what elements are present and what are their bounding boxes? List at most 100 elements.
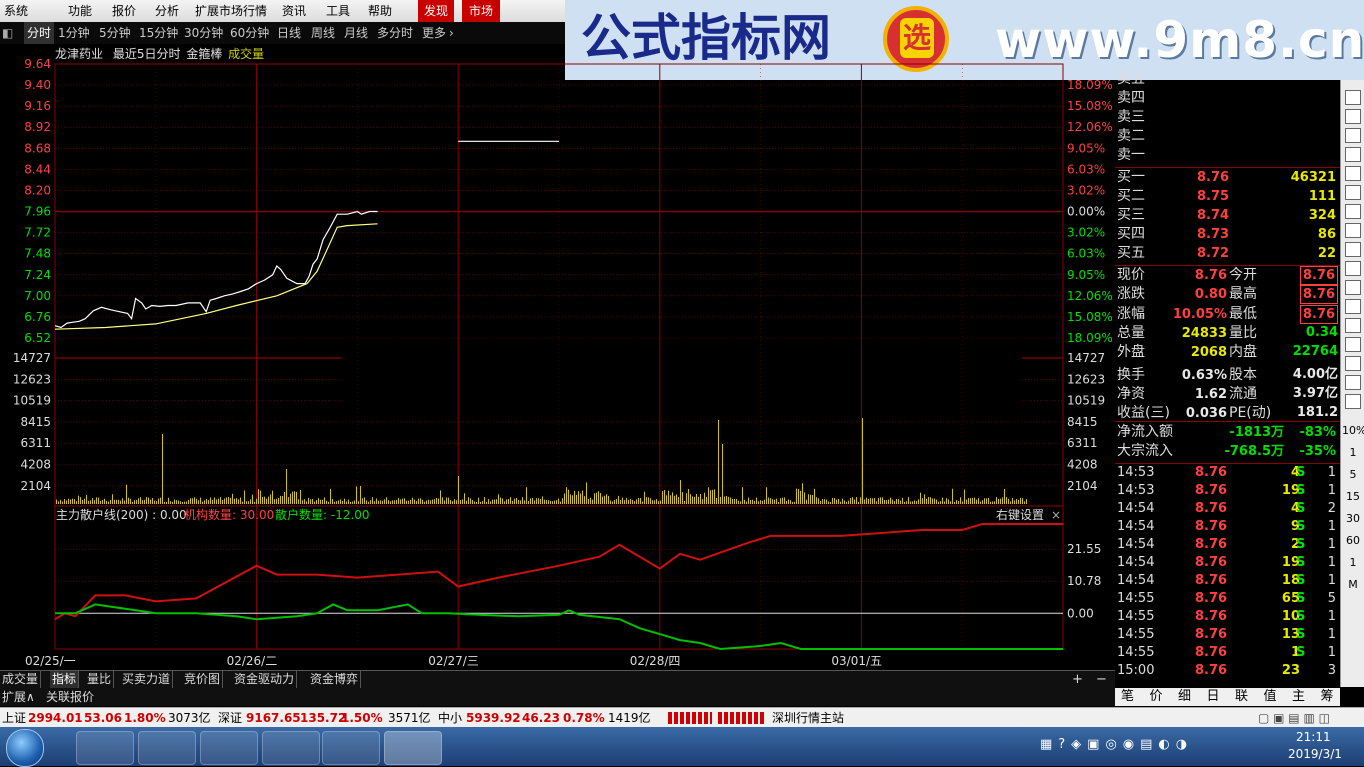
remove-tab-button[interactable]: − (1096, 671, 1107, 688)
tab-daily[interactable]: 日线 (277, 22, 301, 44)
toolbar-chart-icon[interactable] (1345, 204, 1361, 219)
volume-bar (398, 497, 399, 504)
taskbar-app-4[interactable] (262, 731, 320, 765)
tab-volratio[interactable]: 量比 (85, 671, 115, 688)
tab-volume[interactable]: 成交量 (0, 671, 42, 688)
toolbar-item[interactable]: 10% (1342, 423, 1364, 439)
window-icons[interactable]: ▢ ▣ ▤ ▥ ◫ (1258, 708, 1330, 728)
right-tab[interactable]: 值 (1264, 688, 1277, 706)
sh-percent: 1.80% (124, 711, 166, 725)
toolbar-chart-icon[interactable] (1345, 242, 1361, 257)
volume-bar (910, 501, 911, 504)
toolbar-chart-icon[interactable] (1345, 185, 1361, 200)
start-button[interactable] (6, 729, 44, 767)
panel-toggle-icon[interactable]: ◧ (2, 22, 20, 44)
tab-5min[interactable]: 5分钟 (99, 22, 131, 44)
menu-ext-market[interactable]: 扩展市场行情 (195, 0, 267, 22)
menu-news[interactable]: 资讯 (282, 0, 306, 22)
toolbar-item[interactable]: 1 (1342, 445, 1364, 461)
toolbar-chart-icon[interactable] (1345, 223, 1361, 238)
volume-bar (888, 499, 889, 504)
volume-bar (770, 498, 771, 504)
main-chart[interactable]: 9.64 9.40 9.16 8.92 8.68 8.44 8.20 7.96 7.72 7.48… (0, 44, 1115, 670)
taskbar-app-2[interactable] (138, 731, 196, 765)
toolbar-chart-icon[interactable] (1345, 337, 1361, 352)
menu-discover[interactable]: 发现 (418, 0, 454, 22)
menu-quote[interactable]: 报价 (112, 0, 136, 22)
right-tab[interactable]: 日 (1207, 688, 1220, 706)
taskbar-app-1[interactable] (76, 731, 134, 765)
tab-60min[interactable]: 60分钟 (230, 22, 269, 44)
menu-function[interactable]: 功能 (68, 0, 92, 22)
volume-bar (486, 501, 487, 504)
volume-bar (376, 498, 377, 504)
indicator-settings[interactable]: 右键设置 (996, 507, 1044, 522)
toolbar-chart-icon[interactable] (1345, 375, 1361, 390)
toolbar-chart-icon[interactable] (1345, 128, 1361, 143)
add-tab-button[interactable]: + (1072, 671, 1083, 688)
menu-help[interactable]: 帮助 (368, 0, 392, 22)
tab-weekly[interactable]: 周线 (311, 22, 335, 44)
toolbar-item[interactable]: M (1342, 577, 1364, 593)
axis-labels: 9.64 9.40 9.16 8.92 8.68 8.44 8.20 7.96 7.72 7.48… (13, 57, 1113, 668)
taskbar-app-stock[interactable] (384, 731, 442, 765)
volume-bar (548, 500, 549, 504)
toolbar-item[interactable]: 5 (1342, 467, 1364, 483)
toolbar-chart-icon[interactable] (1345, 280, 1361, 295)
tab-drive[interactable]: 资金驱动力 (232, 671, 298, 688)
tick-list: 14:53 8.76 4 S 1 14:53 8.76 19 S 1 14:54 8.76 4 S 2 14:… (1115, 464, 1340, 684)
menu-system[interactable]: 系统 (4, 0, 28, 22)
volume-bar (860, 497, 861, 504)
volume-bar (520, 500, 521, 504)
toolbar-item[interactable]: 30 (1342, 511, 1364, 527)
menu-market[interactable]: 市场 (462, 0, 500, 22)
toolbar-chart-icon[interactable] (1345, 147, 1361, 162)
tab-more[interactable]: 更多 (422, 22, 446, 44)
toolbar-item[interactable]: 15 (1342, 489, 1364, 505)
toolbar-chart-icon[interactable] (1345, 166, 1361, 181)
volume-bar (114, 499, 115, 504)
menu-analysis[interactable]: 分析 (155, 0, 179, 22)
tab-multi-intraday[interactable]: 多分时 (377, 22, 413, 44)
right-tab[interactable]: 笔 (1121, 688, 1134, 706)
right-tab[interactable]: 价 (1150, 688, 1163, 706)
volume-bar (478, 497, 479, 504)
tab-intraday[interactable]: 分时 (24, 22, 55, 44)
right-tab[interactable]: 细 (1178, 688, 1191, 706)
tab-force[interactable]: 买卖力道 (120, 671, 174, 688)
tab-15min[interactable]: 15分钟 (139, 22, 178, 44)
volume-bar (384, 499, 385, 504)
toolbar-item[interactable]: 60 (1342, 533, 1364, 549)
tab-30min[interactable]: 30分钟 (184, 22, 223, 44)
right-tab[interactable]: 主 (1292, 688, 1305, 706)
tab-1min[interactable]: 1分钟 (58, 22, 90, 44)
close-icon[interactable]: × (1051, 508, 1061, 522)
tab-monthly[interactable]: 月线 (344, 22, 368, 44)
toolbar-chart-icon[interactable] (1345, 394, 1361, 409)
volume-bar (330, 488, 331, 504)
chevron-right-icon[interactable]: › (449, 22, 454, 44)
tab-indicator[interactable]: 指标 (50, 671, 80, 688)
toolbar-chart-icon[interactable] (1345, 356, 1361, 371)
taskbar-app-5[interactable] (322, 731, 380, 765)
right-tab[interactable]: 筹 (1321, 688, 1334, 706)
tab-extension[interactable]: 扩展∧ (2, 689, 35, 705)
taskbar-app-3[interactable] (200, 731, 258, 765)
server-name[interactable]: 深圳行情主站 (772, 708, 844, 728)
toolbar-chart-icon[interactable] (1345, 109, 1361, 124)
tab-game[interactable]: 资金博弈 (308, 671, 362, 688)
tray-icons[interactable]: ▦?◈▣◎◉▤◐◑ (1040, 737, 1193, 752)
toolbar-chart-icon[interactable] (1345, 299, 1361, 314)
toolbar-chart-icon[interactable] (1345, 261, 1361, 276)
toolbar-chart-icon[interactable] (1345, 90, 1361, 105)
menu-tools[interactable]: 工具 (326, 0, 350, 22)
volume-bar (854, 499, 855, 504)
tab-related-quote[interactable]: 关联报价 (46, 689, 94, 705)
volume-bar (194, 497, 195, 504)
right-tab[interactable]: 联 (1235, 688, 1248, 706)
volume-bar (804, 492, 805, 504)
toolbar-item[interactable]: 1 (1342, 555, 1364, 571)
toolbar-chart-icon[interactable] (1345, 318, 1361, 333)
volume-bar (104, 498, 105, 504)
tab-auction[interactable]: 竞价图 (182, 671, 224, 688)
